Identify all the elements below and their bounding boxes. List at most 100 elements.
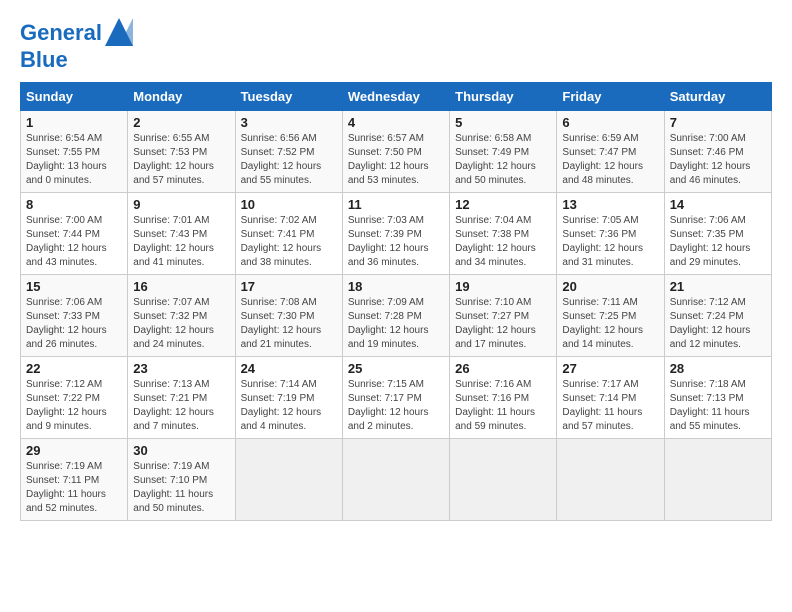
calendar-cell: 26 Sunrise: 7:16 AMSunset: 7:16 PMDayligh… <box>450 357 557 439</box>
day-info: Sunrise: 7:00 AMSunset: 7:46 PMDaylight:… <box>670 132 766 188</box>
day-number: 21 <box>670 279 766 294</box>
calendar-cell: 4 Sunrise: 6:57 AMSunset: 7:50 PMDaylight… <box>342 111 449 193</box>
day-info: Sunrise: 7:18 AMSunset: 7:13 PMDaylight:… <box>670 378 766 434</box>
day-info: Sunrise: 6:57 AMSunset: 7:50 PMDaylight:… <box>348 132 444 188</box>
day-info: Sunrise: 7:17 AMSunset: 7:14 PMDaylight:… <box>562 378 658 434</box>
day-info: Sunrise: 7:14 AMSunset: 7:19 PMDaylight:… <box>241 378 337 434</box>
day-number: 11 <box>348 197 444 212</box>
day-number: 6 <box>562 115 658 130</box>
day-number: 24 <box>241 361 337 376</box>
calendar-cell: 19 Sunrise: 7:10 AMSunset: 7:27 PMDayligh… <box>450 275 557 357</box>
calendar-cell: 20 Sunrise: 7:11 AMSunset: 7:25 PMDayligh… <box>557 275 664 357</box>
day-info: Sunrise: 7:09 AMSunset: 7:28 PMDaylight:… <box>348 296 444 352</box>
calendar-cell: 29 Sunrise: 7:19 AMSunset: 7:11 PMDayligh… <box>21 439 128 521</box>
day-info: Sunrise: 7:19 AMSunset: 7:10 PMDaylight:… <box>133 460 229 516</box>
day-info: Sunrise: 7:12 AMSunset: 7:24 PMDaylight:… <box>670 296 766 352</box>
header-monday: Monday <box>128 83 235 111</box>
day-number: 25 <box>348 361 444 376</box>
header-friday: Friday <box>557 83 664 111</box>
day-info: Sunrise: 7:02 AMSunset: 7:41 PMDaylight:… <box>241 214 337 270</box>
calendar-cell: 16 Sunrise: 7:07 AMSunset: 7:32 PMDayligh… <box>128 275 235 357</box>
calendar-cell <box>342 439 449 521</box>
calendar-cell: 1 Sunrise: 6:54 AMSunset: 7:55 PMDaylight… <box>21 111 128 193</box>
logo-text2: Blue <box>20 48 133 72</box>
day-number: 18 <box>348 279 444 294</box>
day-number: 14 <box>670 197 766 212</box>
calendar-cell: 18 Sunrise: 7:09 AMSunset: 7:28 PMDayligh… <box>342 275 449 357</box>
day-number: 17 <box>241 279 337 294</box>
calendar-cell: 24 Sunrise: 7:14 AMSunset: 7:19 PMDayligh… <box>235 357 342 439</box>
day-info: Sunrise: 6:56 AMSunset: 7:52 PMDaylight:… <box>241 132 337 188</box>
header-saturday: Saturday <box>664 83 771 111</box>
day-number: 9 <box>133 197 229 212</box>
week-row-5: 29 Sunrise: 7:19 AMSunset: 7:11 PMDayligh… <box>21 439 772 521</box>
week-row-4: 22Sunrise: 7:12 AMSunset: 7:22 PMDayligh… <box>21 357 772 439</box>
day-number: 20 <box>562 279 658 294</box>
day-number: 5 <box>455 115 551 130</box>
day-number: 12 <box>455 197 551 212</box>
header-row: SundayMondayTuesdayWednesdayThursdayFrid… <box>21 83 772 111</box>
calendar-cell: 2 Sunrise: 6:55 AMSunset: 7:53 PMDaylight… <box>128 111 235 193</box>
day-number: 2 <box>133 115 229 130</box>
day-number: 16 <box>133 279 229 294</box>
day-info: Sunrise: 7:06 AMSunset: 7:35 PMDaylight:… <box>670 214 766 270</box>
day-number: 28 <box>670 361 766 376</box>
week-row-2: 8 Sunrise: 7:00 AMSunset: 7:44 PMDaylight… <box>21 193 772 275</box>
day-info: Sunrise: 7:07 AMSunset: 7:32 PMDaylight:… <box>133 296 229 352</box>
calendar-cell <box>450 439 557 521</box>
day-info: Sunrise: 6:55 AMSunset: 7:53 PMDaylight:… <box>133 132 229 188</box>
logo: General Blue <box>20 20 133 72</box>
calendar-cell: 23 Sunrise: 7:13 AMSunset: 7:21 PMDayligh… <box>128 357 235 439</box>
week-row-3: 15Sunrise: 7:06 AMSunset: 7:33 PMDayligh… <box>21 275 772 357</box>
calendar-cell: 8 Sunrise: 7:00 AMSunset: 7:44 PMDaylight… <box>21 193 128 275</box>
day-info: Sunrise: 7:05 AMSunset: 7:36 PMDaylight:… <box>562 214 658 270</box>
day-number: 19 <box>455 279 551 294</box>
calendar-cell: 13Sunrise: 7:05 AMSunset: 7:36 PMDayligh… <box>557 193 664 275</box>
day-info: Sunrise: 7:10 AMSunset: 7:27 PMDaylight:… <box>455 296 551 352</box>
calendar-cell: 10 Sunrise: 7:02 AMSunset: 7:41 PMDayligh… <box>235 193 342 275</box>
day-info: Sunrise: 7:19 AMSunset: 7:11 PMDaylight:… <box>26 460 122 516</box>
day-info: Sunrise: 6:58 AMSunset: 7:49 PMDaylight:… <box>455 132 551 188</box>
calendar-cell: 27Sunrise: 7:17 AMSunset: 7:14 PMDayligh… <box>557 357 664 439</box>
calendar-cell: 9 Sunrise: 7:01 AMSunset: 7:43 PMDaylight… <box>128 193 235 275</box>
calendar-cell: 22Sunrise: 7:12 AMSunset: 7:22 PMDayligh… <box>21 357 128 439</box>
day-number: 1 <box>26 115 122 130</box>
calendar-cell: 25 Sunrise: 7:15 AMSunset: 7:17 PMDayligh… <box>342 357 449 439</box>
day-number: 4 <box>348 115 444 130</box>
page-header: General Blue <box>20 20 772 72</box>
calendar-cell: 11 Sunrise: 7:03 AMSunset: 7:39 PMDayligh… <box>342 193 449 275</box>
day-info: Sunrise: 7:04 AMSunset: 7:38 PMDaylight:… <box>455 214 551 270</box>
day-number: 10 <box>241 197 337 212</box>
calendar-cell: 14 Sunrise: 7:06 AMSunset: 7:35 PMDayligh… <box>664 193 771 275</box>
calendar-cell <box>557 439 664 521</box>
day-info: Sunrise: 7:00 AMSunset: 7:44 PMDaylight:… <box>26 214 122 270</box>
day-info: Sunrise: 7:11 AMSunset: 7:25 PMDaylight:… <box>562 296 658 352</box>
day-info: Sunrise: 7:01 AMSunset: 7:43 PMDaylight:… <box>133 214 229 270</box>
day-number: 26 <box>455 361 551 376</box>
day-info: Sunrise: 7:03 AMSunset: 7:39 PMDaylight:… <box>348 214 444 270</box>
day-info: Sunrise: 7:08 AMSunset: 7:30 PMDaylight:… <box>241 296 337 352</box>
calendar-cell: 5 Sunrise: 6:58 AMSunset: 7:49 PMDaylight… <box>450 111 557 193</box>
day-number: 23 <box>133 361 229 376</box>
day-info: Sunrise: 6:54 AMSunset: 7:55 PMDaylight:… <box>26 132 122 188</box>
calendar-table: SundayMondayTuesdayWednesdayThursdayFrid… <box>20 82 772 521</box>
header-wednesday: Wednesday <box>342 83 449 111</box>
header-thursday: Thursday <box>450 83 557 111</box>
calendar-cell: 21 Sunrise: 7:12 AMSunset: 7:24 PMDayligh… <box>664 275 771 357</box>
calendar-cell: 6 Sunrise: 6:59 AMSunset: 7:47 PMDaylight… <box>557 111 664 193</box>
day-number: 15 <box>26 279 122 294</box>
day-number: 8 <box>26 197 122 212</box>
week-row-1: 1 Sunrise: 6:54 AMSunset: 7:55 PMDaylight… <box>21 111 772 193</box>
calendar-cell: 17 Sunrise: 7:08 AMSunset: 7:30 PMDayligh… <box>235 275 342 357</box>
day-number: 29 <box>26 443 122 458</box>
calendar-cell <box>664 439 771 521</box>
day-number: 3 <box>241 115 337 130</box>
day-info: Sunrise: 7:13 AMSunset: 7:21 PMDaylight:… <box>133 378 229 434</box>
day-info: Sunrise: 7:16 AMSunset: 7:16 PMDaylight:… <box>455 378 551 434</box>
day-info: Sunrise: 6:59 AMSunset: 7:47 PMDaylight:… <box>562 132 658 188</box>
calendar-cell: 28 Sunrise: 7:18 AMSunset: 7:13 PMDayligh… <box>664 357 771 439</box>
calendar-cell: 3 Sunrise: 6:56 AMSunset: 7:52 PMDaylight… <box>235 111 342 193</box>
logo-text: General <box>20 20 133 48</box>
day-info: Sunrise: 7:15 AMSunset: 7:17 PMDaylight:… <box>348 378 444 434</box>
day-number: 30 <box>133 443 229 458</box>
